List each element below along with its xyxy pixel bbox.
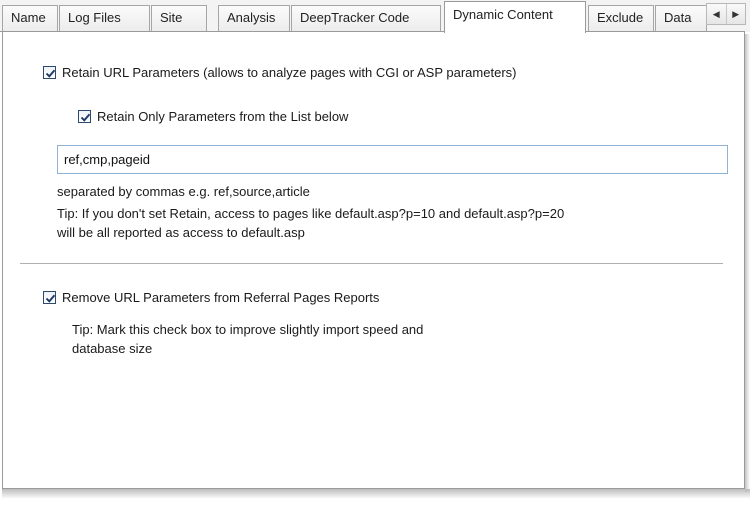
- retain-only-list-label[interactable]: Retain Only Parameters from the List bel…: [97, 109, 348, 124]
- checkmark-icon: [80, 113, 91, 122]
- retain-tip-line-2: will be all reported as access to defaul…: [57, 225, 305, 240]
- retain-tip-line-1: Tip: If you don't set Retain, access to …: [57, 206, 565, 221]
- parameters-list-input[interactable]: [57, 145, 728, 174]
- tab-analysis[interactable]: Analysis: [218, 5, 290, 31]
- retain-url-params-checkbox[interactable]: [43, 66, 56, 79]
- tab-strip: Name Log Files Site Analysis DeepTracker…: [0, 0, 750, 33]
- arrow-left-icon[interactable]: ◀: [707, 4, 726, 24]
- tab-dynamic-content[interactable]: Dynamic Content: [444, 1, 586, 33]
- tab-log-files[interactable]: Log Files: [59, 5, 150, 31]
- remove-url-params-row: Remove URL Parameters from Referral Page…: [43, 290, 379, 305]
- retain-only-list-row: Retain Only Parameters from the List bel…: [78, 109, 348, 124]
- dynamic-content-panel: [2, 31, 745, 489]
- remove-tip-line-1: Tip: Mark this check box to improve slig…: [72, 322, 424, 337]
- tab-deeptracker-code[interactable]: DeepTracker Code: [291, 5, 441, 31]
- remove-tip-line-2: database size: [72, 341, 153, 356]
- retain-url-params-row: Retain URL Parameters (allows to analyze…: [43, 65, 516, 80]
- checkmark-icon: [45, 294, 56, 303]
- retain-url-params-label[interactable]: Retain URL Parameters (allows to analyze…: [62, 65, 516, 80]
- checkmark-icon: [45, 69, 56, 78]
- parameters-hint: separated by commas e.g. ref,source,arti…: [57, 184, 310, 199]
- arrow-right-icon[interactable]: ▶: [725, 4, 746, 24]
- panel-shadow: [745, 34, 750, 492]
- tab-site[interactable]: Site: [151, 5, 207, 31]
- panel-bottom-shadow: [2, 489, 750, 499]
- retain-only-list-checkbox[interactable]: [78, 110, 91, 123]
- tab-scroll-arrows: ◀ ▶: [706, 3, 746, 25]
- tab-data[interactable]: Data: [655, 5, 707, 31]
- remove-url-params-label[interactable]: Remove URL Parameters from Referral Page…: [62, 290, 379, 305]
- tab-divider-line: [0, 31, 745, 32]
- tab-exclude[interactable]: Exclude: [588, 5, 654, 31]
- settings-dialog: Name Log Files Site Analysis DeepTracker…: [0, 0, 750, 529]
- section-divider: [20, 263, 723, 264]
- remove-url-params-checkbox[interactable]: [43, 291, 56, 304]
- tab-name[interactable]: Name: [2, 5, 58, 31]
